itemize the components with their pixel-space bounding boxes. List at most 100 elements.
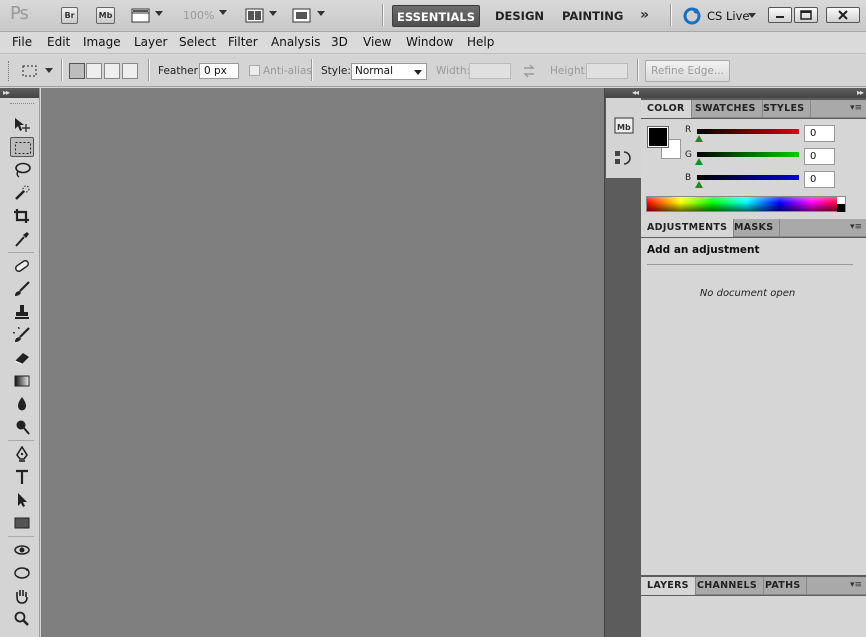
- tab-swatches[interactable]: SWATCHES: [689, 100, 763, 118]
- slider-thumb[interactable]: [695, 158, 703, 165]
- tab-paths[interactable]: PATHS: [759, 577, 808, 595]
- tab-layers[interactable]: LAYERS: [641, 577, 696, 595]
- history-panel-button[interactable]: [613, 148, 635, 168]
- new-selection-button[interactable]: [69, 63, 85, 79]
- menu-3d[interactable]: 3D: [331, 35, 348, 49]
- tab-styles[interactable]: STYLES: [757, 100, 812, 118]
- pen-tool[interactable]: [10, 444, 34, 464]
- brush-icon: [15, 281, 30, 296]
- blur-tool[interactable]: [10, 394, 34, 414]
- mini-bridge-panel-button[interactable]: Mb: [613, 116, 635, 136]
- close-button[interactable]: [826, 7, 860, 23]
- crop-tool[interactable]: [10, 206, 34, 226]
- color-ramp[interactable]: [646, 196, 846, 212]
- menu-image[interactable]: Image: [83, 35, 121, 49]
- maximize-button[interactable]: [794, 7, 818, 23]
- gradient-tool[interactable]: [10, 371, 34, 391]
- tab-masks[interactable]: MASKS: [728, 219, 781, 237]
- launch-minibridge-button[interactable]: Mb: [96, 7, 115, 24]
- arrange-documents-button[interactable]: [245, 7, 277, 24]
- red-value-input[interactable]: 0: [804, 125, 835, 142]
- slider-thumb[interactable]: [695, 135, 703, 142]
- path-selection-tool[interactable]: [10, 490, 34, 510]
- workspace-painting-tab[interactable]: PAINTING: [554, 5, 631, 27]
- feather-input[interactable]: 0 px: [199, 63, 239, 79]
- minimize-button[interactable]: [768, 7, 792, 23]
- collapse-panels-icon[interactable]: ▸▸: [641, 88, 866, 98]
- workspace-essentials-tab[interactable]: ESSENTIALS: [392, 5, 480, 27]
- panel-menu-icon[interactable]: ▾≡: [850, 103, 862, 113]
- menu-analysis[interactable]: Analysis: [271, 35, 320, 49]
- screen-mode-button[interactable]: [292, 7, 326, 24]
- lasso-tool[interactable]: [10, 160, 34, 180]
- eyedropper-icon: [15, 232, 29, 247]
- eraser-tool[interactable]: [10, 348, 34, 368]
- restore-icon: [800, 10, 812, 20]
- type-tool[interactable]: [10, 467, 34, 487]
- menu-window[interactable]: Window: [406, 35, 453, 49]
- 3d-orbit-tool[interactable]: [10, 563, 34, 583]
- tab-channels[interactable]: CHANNELS: [691, 577, 764, 595]
- slider-thumb[interactable]: [695, 181, 703, 188]
- style-select[interactable]: Normal: [351, 63, 427, 80]
- quick-selection-tool[interactable]: [10, 183, 34, 203]
- add-to-selection-button[interactable]: [86, 63, 102, 79]
- clone-stamp-tool[interactable]: [10, 302, 34, 322]
- move-tool[interactable]: [10, 115, 34, 135]
- photoshop-window: Ps Br Mb 100% ESSENTIALS DESIGN PAINTING…: [0, 0, 866, 637]
- menu-select[interactable]: Select: [179, 35, 216, 49]
- panel-menu-icon[interactable]: ▾≡: [850, 580, 862, 590]
- workspace-design-tab[interactable]: DESIGN: [487, 5, 552, 27]
- document-canvas-area[interactable]: [41, 88, 604, 637]
- brush-tool[interactable]: [10, 279, 34, 299]
- menu-edit[interactable]: Edit: [47, 35, 70, 49]
- tools-grip[interactable]: [10, 103, 34, 104]
- collapse-dock-icon[interactable]: ◂◂: [605, 88, 641, 98]
- refine-edge-button[interactable]: Refine Edge...: [645, 60, 730, 82]
- eyedropper-tool[interactable]: [10, 229, 34, 249]
- adjustments-panel: Add an adjustment No document open: [641, 238, 866, 575]
- dodge-tool[interactable]: [10, 417, 34, 437]
- green-value-input[interactable]: 0: [804, 148, 835, 165]
- menu-file[interactable]: File: [12, 35, 32, 49]
- hand-tool[interactable]: [10, 586, 34, 606]
- width-input[interactable]: [469, 63, 511, 79]
- more-workspaces-button[interactable]: »: [640, 7, 649, 23]
- chevron-down-icon: [155, 11, 163, 16]
- menu-help[interactable]: Help: [467, 35, 494, 49]
- rectangle-tool[interactable]: [10, 513, 34, 533]
- menu-layer[interactable]: Layer: [134, 35, 167, 49]
- red-slider[interactable]: [695, 129, 799, 142]
- height-input[interactable]: [586, 63, 628, 79]
- 3d-orbit-icon: [14, 567, 30, 579]
- options-bar-grip[interactable]: [8, 61, 11, 81]
- 3d-rotate-tool[interactable]: [10, 540, 34, 560]
- tab-adjustments[interactable]: ADJUSTMENTS: [641, 219, 735, 237]
- history-brush-tool[interactable]: [10, 325, 34, 345]
- blue-value-input[interactable]: 0: [804, 171, 835, 188]
- spot-healing-brush-tool[interactable]: [10, 256, 34, 276]
- tab-color[interactable]: COLOR: [641, 100, 692, 118]
- subtract-from-selection-button[interactable]: [104, 63, 120, 79]
- launch-bridge-button[interactable]: Br: [61, 7, 78, 24]
- swap-width-height-icon[interactable]: [522, 64, 536, 78]
- ramp-white[interactable]: [837, 197, 845, 204]
- intersect-selection-button[interactable]: [122, 63, 138, 79]
- zoom-level[interactable]: 100%: [183, 9, 214, 22]
- crop-icon: [14, 209, 29, 223]
- tool-preset-picker[interactable]: [20, 62, 56, 80]
- menu-filter[interactable]: Filter: [228, 35, 258, 49]
- blue-slider[interactable]: [695, 175, 799, 188]
- zoom-icon: [14, 611, 29, 626]
- ramp-black[interactable]: [837, 204, 845, 212]
- zoom-tool[interactable]: [10, 609, 34, 629]
- panel-menu-icon[interactable]: ▾≡: [850, 222, 862, 232]
- rectangular-marquee-tool[interactable]: [10, 137, 34, 157]
- menu-view[interactable]: View: [363, 35, 391, 49]
- view-extras-button[interactable]: [131, 7, 163, 24]
- collapse-tools-icon[interactable]: ▸▸: [0, 88, 39, 98]
- zoom-dropdown-icon[interactable]: [219, 10, 227, 15]
- anti-alias-checkbox[interactable]: [249, 65, 260, 76]
- foreground-color-swatch[interactable]: [647, 126, 669, 148]
- green-slider[interactable]: [695, 152, 799, 165]
